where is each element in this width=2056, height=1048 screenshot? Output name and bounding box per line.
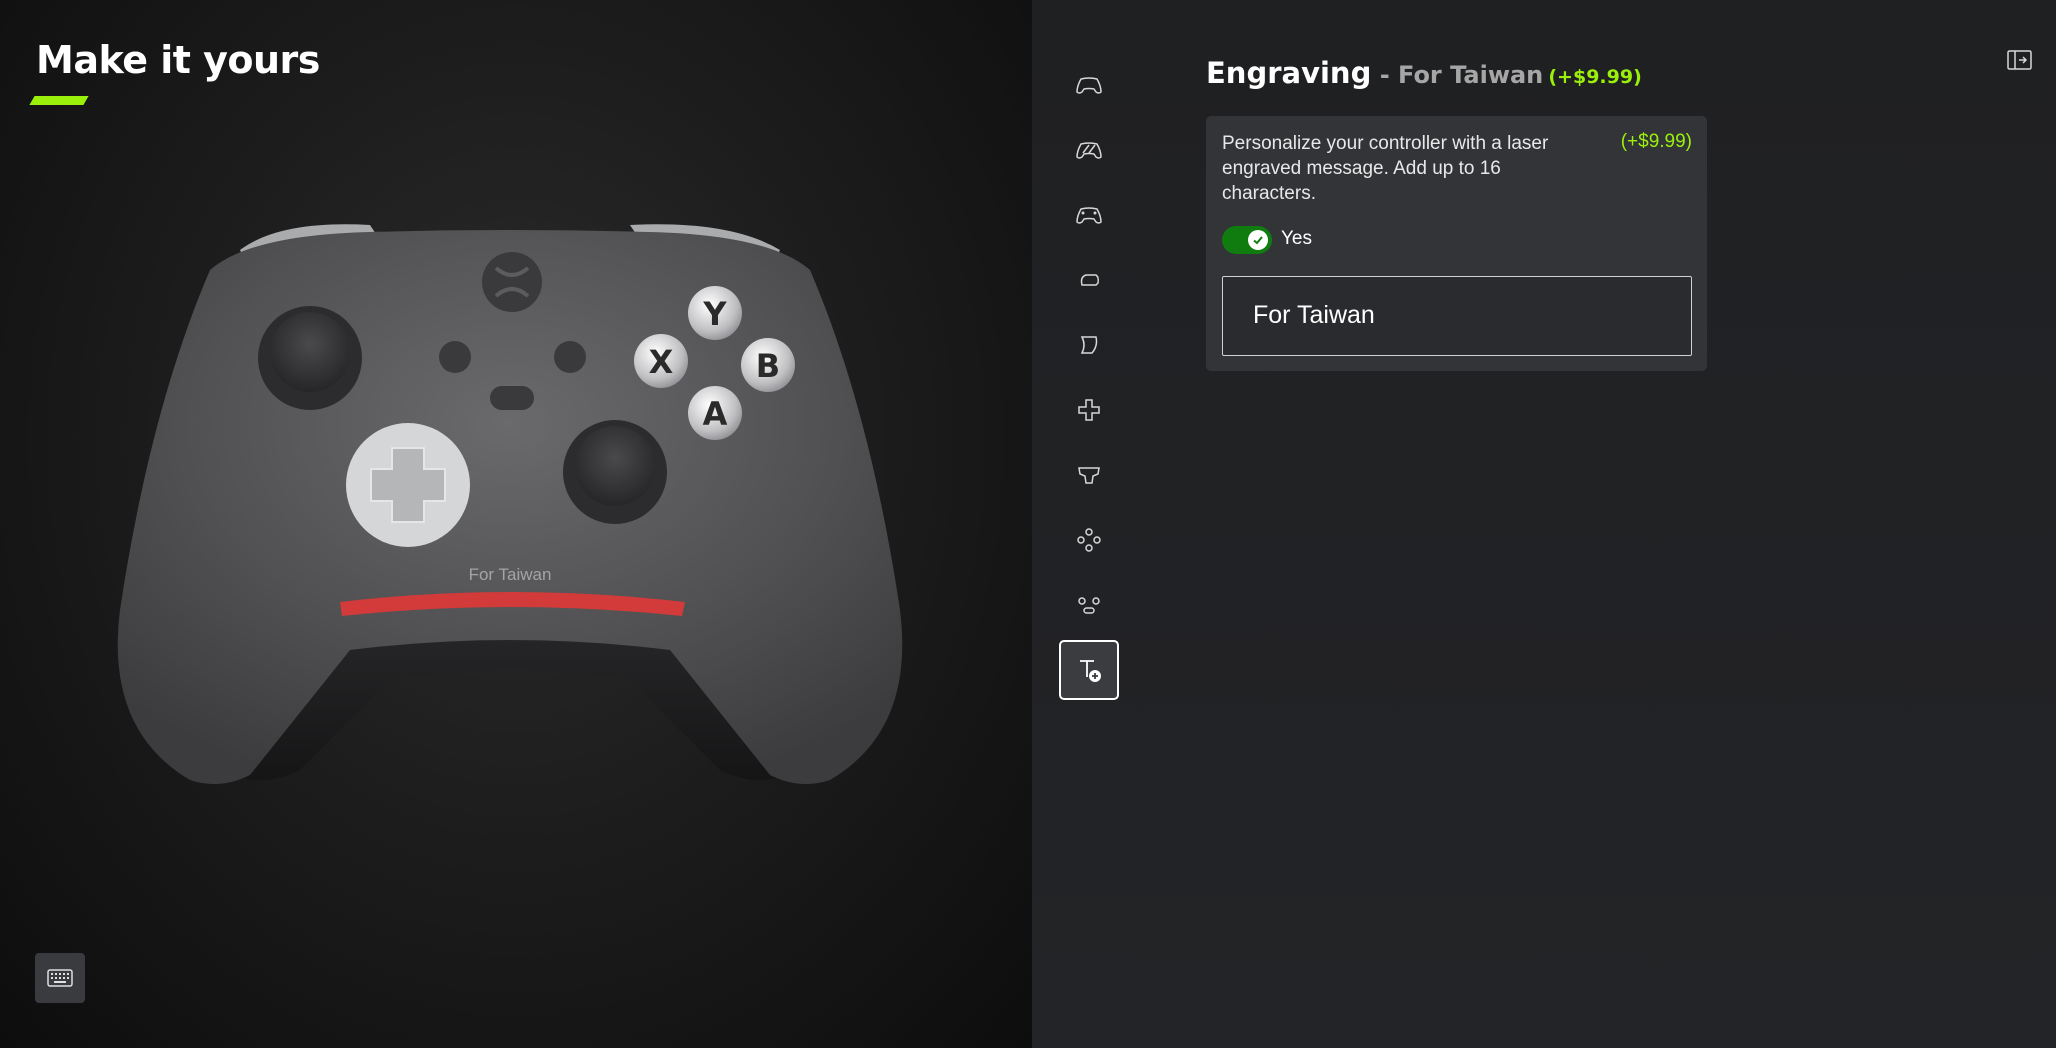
section-heading: Engraving - For Taiwan (+$9.99) — [1206, 56, 1642, 90]
page-title: Make it yours — [36, 38, 320, 82]
svg-text:B: B — [756, 347, 780, 385]
back-case-icon — [1076, 142, 1102, 159]
view-menu-buttons-icon — [1078, 597, 1100, 614]
trigger-icon — [1080, 274, 1099, 286]
dpad-icon — [1078, 399, 1100, 421]
menu-button — [554, 341, 586, 373]
engraving-preview-text: For Taiwan — [469, 565, 552, 584]
rear-grip-icon — [1080, 336, 1098, 354]
x-button: X — [634, 334, 688, 388]
controller-preview-pane: Make it yours For Taiwan Y X B A — [0, 0, 1032, 1048]
expand-panel-button[interactable] — [2006, 48, 2034, 72]
section-title: Engraving — [1206, 56, 1372, 90]
rail-item-body[interactable] — [1059, 55, 1119, 115]
engraving-card: Personalize your controller with a laser… — [1206, 116, 1707, 371]
controller-body — [117, 230, 903, 784]
y-button: Y — [688, 286, 742, 340]
title-accent-bar — [29, 96, 89, 105]
share-button — [490, 386, 534, 410]
svg-text:Y: Y — [702, 295, 727, 333]
svg-text:A: A — [703, 395, 728, 433]
rail-item-back-case[interactable] — [1059, 120, 1119, 180]
controller-preview[interactable]: For Taiwan Y X B A — [110, 210, 920, 800]
toggle-knob — [1248, 230, 1268, 250]
rail-item-triggers[interactable] — [1059, 250, 1119, 310]
a-button: A — [688, 386, 742, 440]
body-icon — [1076, 77, 1102, 94]
rail-item-rear-grips[interactable] — [1059, 315, 1119, 375]
rail-item-bumpers[interactable] — [1059, 185, 1119, 245]
rail-item-view-menu[interactable] — [1059, 575, 1119, 635]
rail-item-thumbsticks[interactable] — [1059, 445, 1119, 505]
panel-expand-icon — [2007, 50, 2032, 70]
designer-page: Make it yours For Taiwan Y X B A Engravi… — [0, 0, 2056, 1048]
engraving-text-input[interactable]: For Taiwan — [1222, 276, 1692, 356]
section-price: (+$9.99) — [1548, 66, 1642, 88]
engraving-description: Personalize your controller with a laser… — [1222, 133, 1549, 204]
engraving-toggle[interactable] — [1222, 226, 1272, 254]
keyboard-shortcuts-button[interactable] — [35, 953, 85, 1003]
engraving-toggle-label: Yes — [1281, 228, 1312, 249]
svg-text:X: X — [649, 343, 674, 381]
engraving-icon — [1080, 660, 1101, 682]
xbox-guide-button — [482, 252, 542, 312]
rail-item-dpad[interactable] — [1059, 380, 1119, 440]
b-button: B — [741, 338, 795, 392]
component-rail — [1059, 55, 1121, 705]
checkmark-icon — [1253, 236, 1263, 245]
section-separator: - — [1371, 61, 1399, 89]
section-value: For Taiwan — [1398, 61, 1544, 89]
bumpers-icon — [1076, 207, 1102, 224]
keyboard-icon — [47, 969, 73, 987]
rail-item-engraving[interactable] — [1059, 640, 1119, 700]
view-button — [439, 341, 471, 373]
abxy-icon — [1077, 528, 1101, 552]
rail-item-abxy[interactable] — [1059, 510, 1119, 570]
thumbsticks-icon — [1078, 467, 1100, 484]
engraving-price: (+$9.99) — [1620, 131, 1692, 152]
